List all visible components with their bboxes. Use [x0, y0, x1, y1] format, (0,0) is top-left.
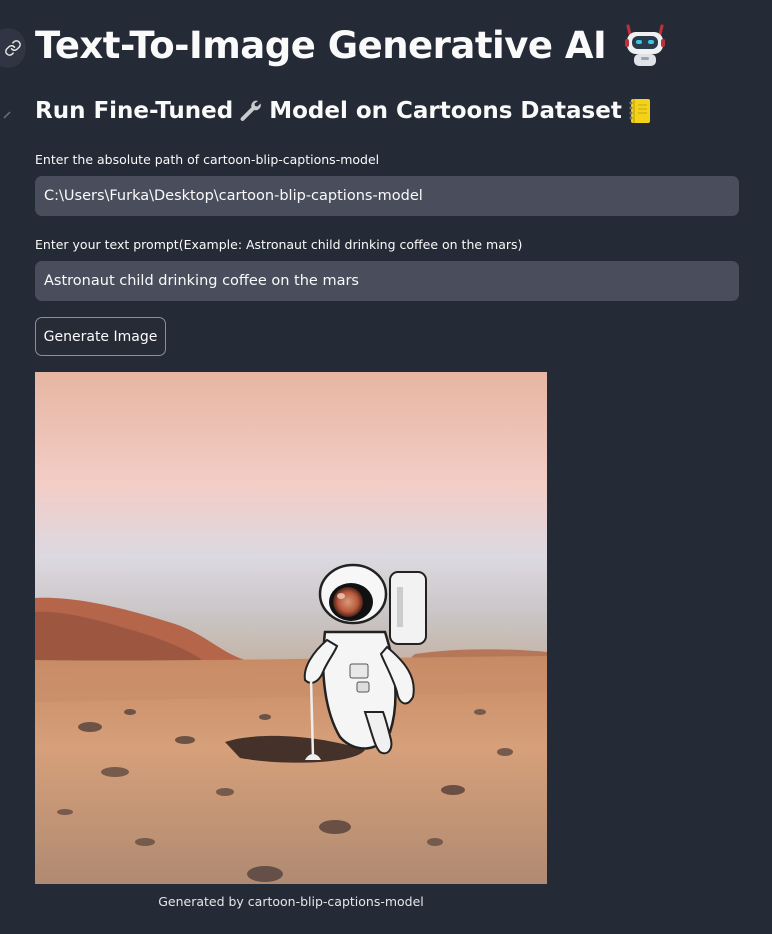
- link-icon: [5, 40, 21, 56]
- robot-icon: [625, 24, 666, 66]
- model-path-label: Enter the absolute path of cartoon-blip-…: [35, 152, 380, 167]
- header-link-anchor[interactable]: [0, 28, 26, 68]
- model-path-input[interactable]: [35, 176, 739, 216]
- image-caption: Generated by cartoon-blip-captions-model: [158, 894, 424, 909]
- prompt-label: Enter your text prompt(Example: Astronau…: [35, 237, 523, 252]
- subheader-link-icon[interactable]: [2, 110, 12, 120]
- prompt-input[interactable]: [35, 261, 739, 301]
- page-title-text: Text-To-Image Generative AI: [35, 23, 607, 67]
- section-heading-part2: Model on Cartoons Dataset: [269, 98, 622, 124]
- generated-image: [35, 372, 547, 884]
- page-title: Text-To-Image Generative AI: [35, 22, 668, 68]
- section-heading-part1: Run Fine-Tuned: [35, 98, 234, 124]
- generate-image-button[interactable]: Generate Image: [35, 317, 166, 356]
- wrench-icon: [240, 100, 261, 121]
- app-container: Text-To-Image Generative AI Run Fine-Tun…: [0, 0, 772, 934]
- section-heading: Run Fine-Tuned Model on Cartoons Dataset: [35, 98, 652, 124]
- notebook-icon: [629, 99, 650, 123]
